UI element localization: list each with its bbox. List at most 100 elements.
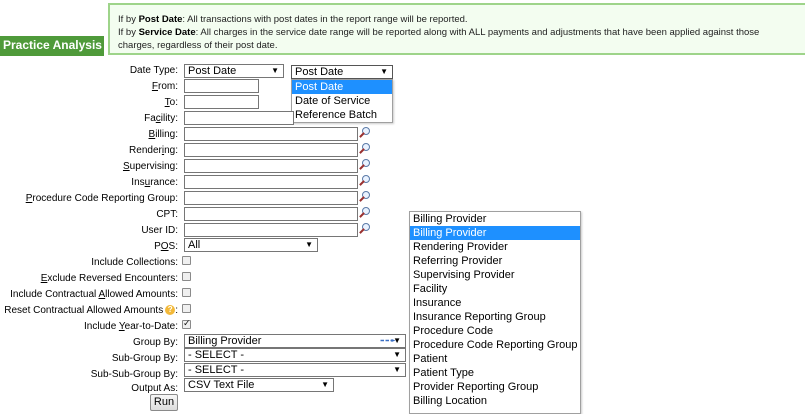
pcrg-row: Procedure Code Reporting Group: <box>0 192 178 206</box>
supervising-input[interactable] <box>184 159 358 173</box>
date-type-option[interactable]: Date of Service <box>292 94 392 108</box>
group-by-option[interactable]: Billing Location <box>410 394 580 408</box>
include-ytd-row: Include Year-to-Date: <box>0 320 178 334</box>
date-type-select[interactable]: Post Date ▼ <box>184 64 284 78</box>
chevron-down-icon: ▼ <box>321 380 329 389</box>
group-by-row: Group By: <box>0 336 178 350</box>
pos-row: POS: <box>0 240 178 254</box>
to-label: To: <box>164 97 178 108</box>
from-row: From: <box>0 80 178 94</box>
exclude-reversed-checkbox[interactable] <box>182 272 191 281</box>
include-contractual-label: Include Contractual Allowed Amounts: <box>10 289 178 300</box>
user-id-search-icon[interactable] <box>359 223 371 235</box>
to-date-input[interactable] <box>184 95 259 109</box>
from-label: From: <box>151 81 178 92</box>
arrow-right-icon <box>380 339 396 342</box>
group-by-option[interactable]: Facility <box>410 282 580 296</box>
group-by-option[interactable]: Supervising Provider <box>410 268 580 282</box>
include-ytd-label: Include Year-to-Date: <box>84 321 178 332</box>
group-by-option[interactable]: Patient <box>410 352 580 366</box>
chevron-down-icon: ▼ <box>380 67 388 76</box>
user-id-label: User ID: <box>141 225 178 236</box>
supervising-row: Supervising: <box>0 160 178 174</box>
include-collections-row: Include Collections: <box>0 256 178 270</box>
insurance-search-icon[interactable] <box>359 175 371 187</box>
insurance-row: Insurance: <box>0 176 178 190</box>
rendering-input[interactable] <box>184 143 358 157</box>
sub-group-by-select[interactable]: - SELECT - ▼ <box>184 348 406 362</box>
group-by-option[interactable]: Provider Reporting Group <box>410 380 580 394</box>
reset-contractual-checkbox[interactable] <box>182 304 191 313</box>
pcrg-label: Procedure Code Reporting Group: <box>25 193 178 204</box>
exclude-reversed-label: Exclude Reversed Encounters: <box>40 273 178 284</box>
reset-contractual-row: Reset Contractual Allowed Amounts?: <box>0 304 178 318</box>
include-contractual-row: Include Contractual Allowed Amounts: <box>0 288 178 302</box>
billing-search-icon[interactable] <box>359 127 371 139</box>
billing-label: Billing: <box>148 129 178 140</box>
group-by-option[interactable]: Referring Provider <box>410 254 580 268</box>
group-by-option[interactable]: Billing Provider <box>410 226 580 240</box>
facility-input[interactable] <box>184 111 294 125</box>
include-ytd-checkbox[interactable] <box>182 318 191 329</box>
chevron-down-icon: ▼ <box>393 350 401 359</box>
title-underline <box>0 54 104 56</box>
group-by-option[interactable]: Insurance <box>410 296 580 310</box>
include-contractual-checkbox[interactable] <box>182 288 191 297</box>
cpt-label: CPT: <box>156 209 178 220</box>
sub-sub-group-by-select[interactable]: - SELECT - ▼ <box>184 363 406 377</box>
date-type-help-tooltip: If by Post Date: All transactions with p… <box>108 3 805 55</box>
tooltip-line-2: If by Service Date: All charges in the s… <box>118 27 760 38</box>
output-as-label: Output As: <box>131 383 178 394</box>
include-collections-checkbox[interactable] <box>182 256 191 265</box>
reset-contractual-label: Reset Contractual Allowed Amounts?: <box>4 305 178 316</box>
facility-row: Facility: <box>0 112 178 126</box>
tooltip-line-1: If by Post Date: All transactions with p… <box>118 14 468 25</box>
supervising-search-icon[interactable] <box>359 159 371 171</box>
date-type-options-list: Post Date Date of Service Reference Batc… <box>291 79 393 123</box>
user-id-row: User ID: <box>0 224 178 238</box>
group-by-option[interactable]: Patient Type <box>410 366 580 380</box>
sub-sub-group-by-row: Sub-Sub-Group By: <box>0 368 178 382</box>
date-type-option[interactable]: Reference Batch <box>292 108 392 122</box>
insurance-input[interactable] <box>184 175 358 189</box>
group-by-label: Group By: <box>132 337 178 348</box>
include-collections-label: Include Collections: <box>91 257 178 268</box>
help-icon[interactable]: ? <box>165 305 176 316</box>
rendering-row: Rendering: <box>0 144 178 158</box>
run-button[interactable]: Run <box>150 394 178 411</box>
pcrg-input[interactable] <box>184 191 358 205</box>
billing-input[interactable] <box>184 127 358 141</box>
group-by-option[interactable]: Insurance Reporting Group <box>410 310 580 324</box>
billing-row: Billing: <box>0 128 178 142</box>
date-type-select-open[interactable]: Post Date ▼ <box>291 65 393 79</box>
chevron-down-icon: ▼ <box>393 365 401 374</box>
output-as-select[interactable]: CSV Text File ▼ <box>184 378 334 392</box>
group-by-option[interactable]: Procedure Code <box>410 324 580 338</box>
tooltip-line-3: charges, regardless of their post date. <box>118 40 278 51</box>
group-by-option[interactable]: Procedure Code Reporting Group <box>410 338 580 352</box>
exclude-reversed-row: Exclude Reversed Encounters: <box>0 272 178 286</box>
user-id-input[interactable] <box>184 223 358 237</box>
date-type-option[interactable]: Post Date <box>292 80 392 94</box>
date-type-label: Date Type: <box>129 65 178 76</box>
chevron-down-icon: ▼ <box>271 66 279 75</box>
group-by-option[interactable]: Billing Provider <box>410 212 580 226</box>
pcrg-search-icon[interactable] <box>359 191 371 203</box>
chevron-down-icon: ▼ <box>305 240 313 249</box>
cpt-search-icon[interactable] <box>359 207 371 219</box>
cpt-row: CPT: <box>0 208 178 222</box>
pos-label: POS: <box>154 241 178 252</box>
sub-group-by-row: Sub-Group By: <box>0 352 178 366</box>
group-by-option[interactable]: Rendering Provider <box>410 240 580 254</box>
supervising-label: Supervising: <box>122 161 178 172</box>
page-title: Practice Analysis <box>0 36 104 54</box>
pos-select[interactable]: All ▼ <box>184 238 318 252</box>
from-date-input[interactable] <box>184 79 259 93</box>
to-row: To: <box>0 96 178 110</box>
group-by-options-list: Billing Provider Billing Provider Render… <box>409 211 581 414</box>
cpt-input[interactable] <box>184 207 358 221</box>
insurance-label: Insurance: <box>131 177 178 188</box>
facility-label: Facility: <box>144 113 178 124</box>
rendering-search-icon[interactable] <box>359 143 371 155</box>
sub-sub-group-by-label: Sub-Sub-Group By: <box>90 369 178 380</box>
